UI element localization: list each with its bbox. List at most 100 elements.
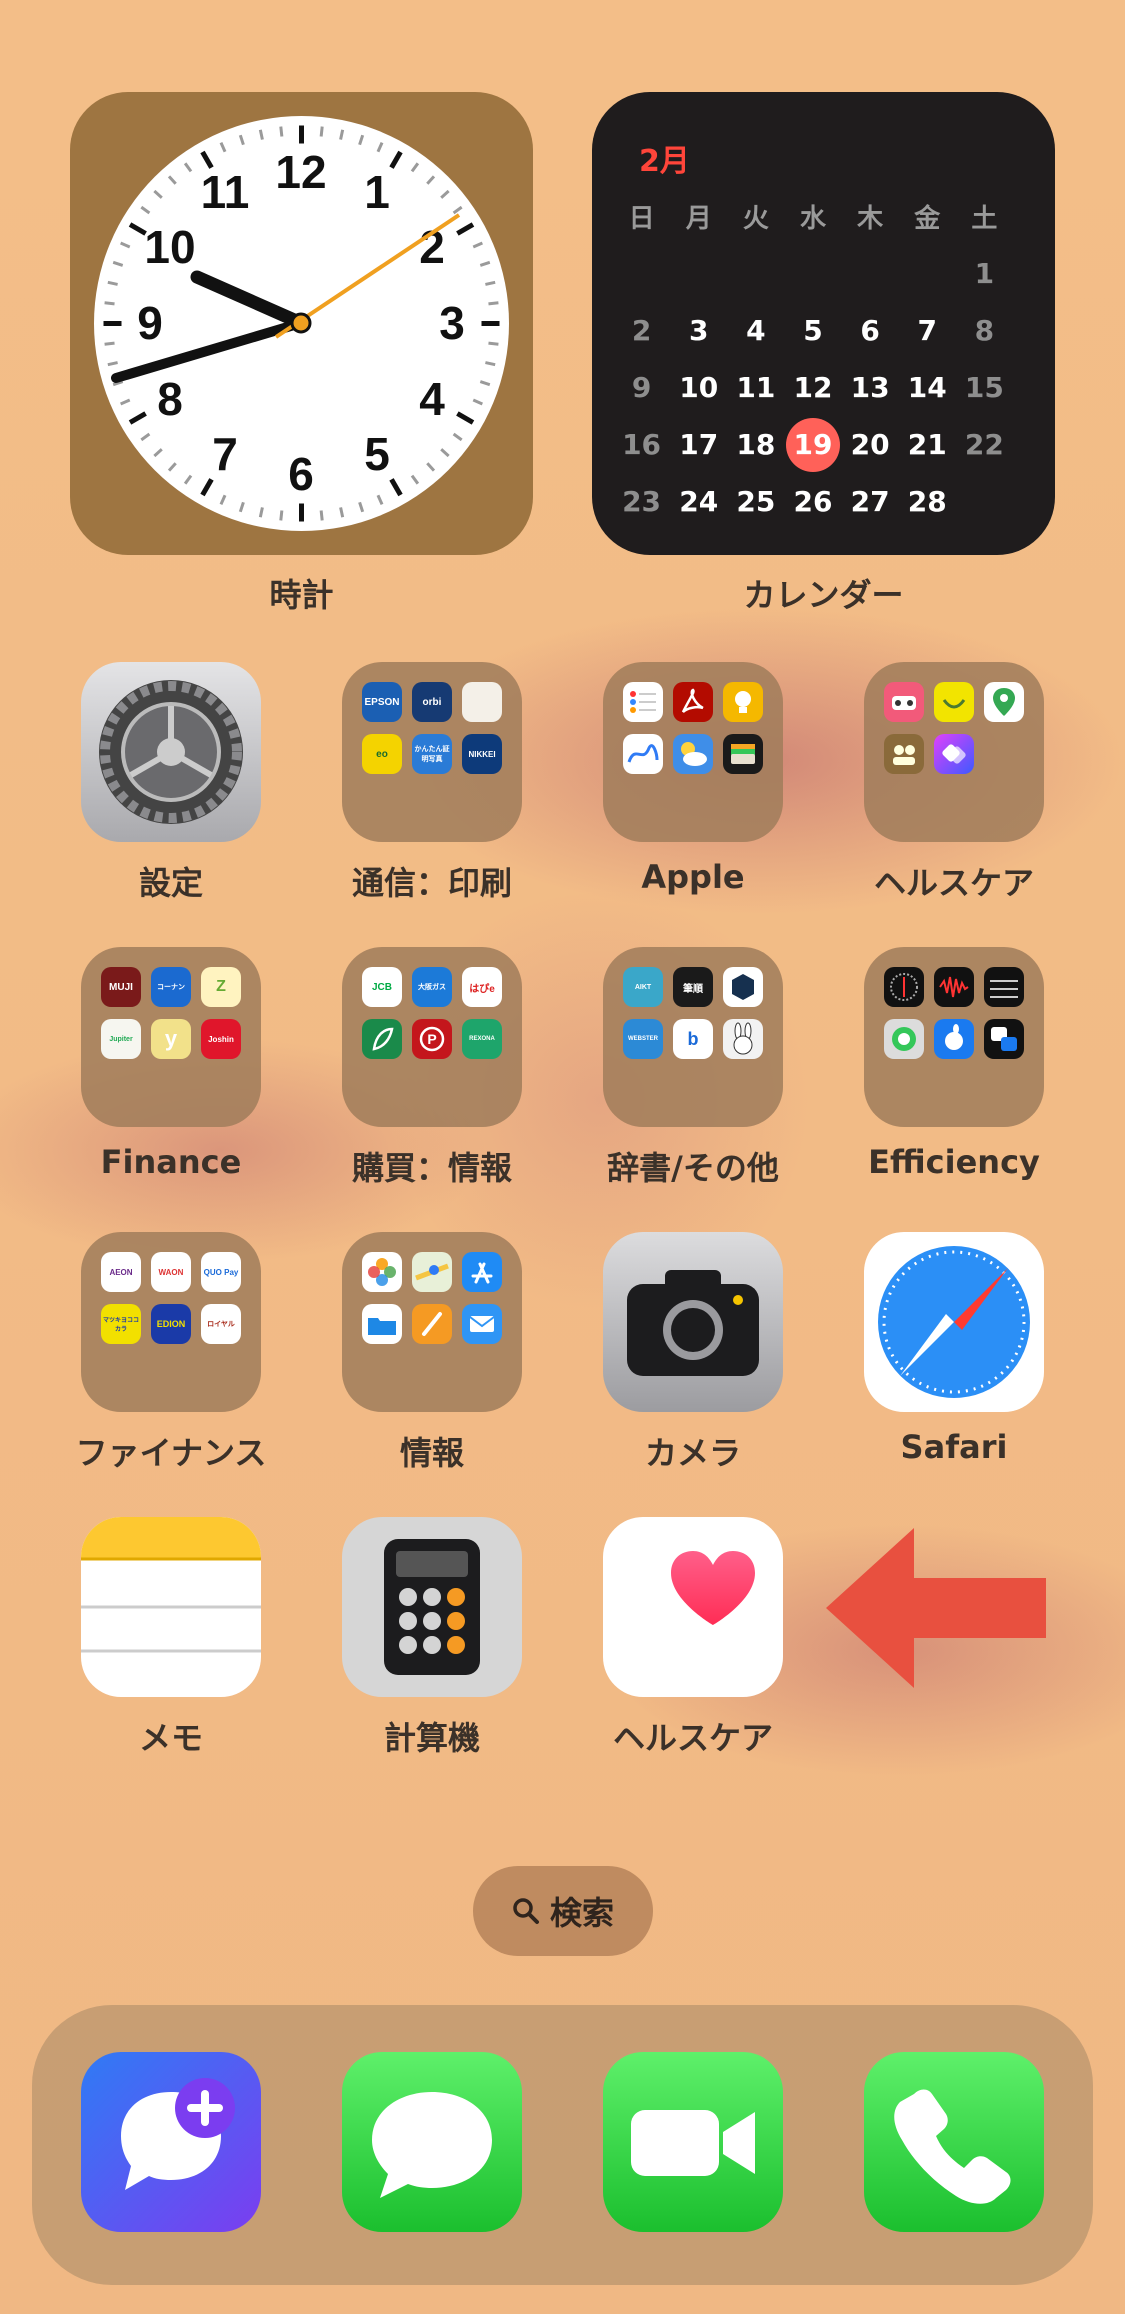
app-camera[interactable]: カメラ [603, 1232, 783, 1472]
clock-tick [488, 301, 499, 306]
folder-label: 通信：印刷 [351, 864, 512, 902]
reminders-icon [623, 682, 663, 722]
messages-icon[interactable] [342, 2052, 522, 2232]
calendar-day: 13 [850, 371, 890, 404]
leaf-app-icon [362, 1019, 402, 1059]
clock-tick [183, 162, 193, 173]
folder-icon: AIKT 筆順 WEBSTER b [603, 947, 783, 1127]
clock-tick [488, 341, 499, 346]
clock-tick [153, 189, 163, 199]
clock-tick [456, 411, 475, 425]
red-arrow-icon [826, 1528, 1046, 1688]
calendar-day: 16 [622, 428, 662, 461]
folder-apple[interactable]: Apple [603, 662, 783, 896]
clock-tick [120, 241, 131, 249]
folder-dictionary-other[interactable]: AIKT 筆順 WEBSTER b 辞書/その他 [603, 947, 783, 1187]
dock [32, 2005, 1093, 2285]
search-button[interactable]: 検索 [473, 1866, 653, 1956]
app-safari[interactable]: Safari [864, 1232, 1044, 1466]
folder-icon: JCB 大阪ガス はぴe P REXONA [342, 947, 522, 1127]
app-label: メモ [138, 1719, 203, 1757]
mini-app: はぴe [462, 967, 502, 1007]
clock-tick [485, 361, 496, 367]
mini-app: Z [201, 967, 241, 1007]
clock-tick [183, 474, 193, 485]
heart-icon [603, 1517, 783, 1697]
folder-efficiency[interactable]: Efficiency [864, 947, 1044, 1181]
phone-icon[interactable] [864, 2052, 1044, 2232]
weekday-sun: 日 [628, 204, 655, 234]
folder-icon [603, 662, 783, 842]
clock-tick [279, 510, 284, 521]
clock-number-10: 10 [144, 221, 195, 273]
svg-text:P: P [427, 1031, 436, 1047]
search-icon [513, 1898, 539, 1924]
folder-icon [864, 662, 1044, 842]
mini-app: 大阪ガス [412, 967, 452, 1007]
clock-tick [238, 134, 245, 146]
app-label: Safari [900, 1428, 1008, 1466]
folder-finance-jp[interactable]: AEON WAON QUO Pay マツキヨココカラ EDION ロイヤル ファ… [76, 1232, 266, 1472]
calendar-day: 17 [679, 428, 719, 461]
folder-icon: MUJI コーナン Z Jupiter y Joshin [81, 947, 261, 1127]
calendar-day: 12 [793, 371, 833, 404]
calendar-day: 11 [736, 371, 776, 404]
mini-app: EDION [151, 1304, 191, 1344]
app-label: 計算機 [383, 1719, 480, 1757]
mini-app: かんたん証明写真 [412, 734, 452, 774]
app-notes[interactable]: メモ [81, 1517, 261, 1757]
calendar-grid: 日 月 火 水 木 金 土 1 2 3 4 5 6 7 8 9 10 11 12… [613, 188, 1013, 530]
folder-label: Apple [641, 858, 745, 896]
weekday-sat: 土 [971, 204, 998, 234]
mini-app: orbi [412, 682, 452, 722]
clock-tick [426, 175, 436, 185]
folder-healthcare[interactable]: ヘルスケア [864, 662, 1044, 902]
mini-app: NIKKEI [462, 734, 502, 774]
shortcuts-icon [934, 734, 974, 774]
calendar-week-row: 23 24 25 26 27 28 [613, 473, 1013, 530]
folder-communication-print[interactable]: EPSON orbi eo かんたん証明写真 NIKKEI 通信：印刷 [342, 662, 522, 902]
mail-icon [462, 1304, 502, 1344]
folder-finance[interactable]: MUJI コーナン Z Jupiter y Joshin Finance [81, 947, 261, 1181]
clock-widget[interactable]: 12 1 2 3 4 5 6 7 8 9 10 11 [70, 92, 533, 555]
clock-face: 12 1 2 3 4 5 6 7 8 9 10 11 [94, 116, 509, 531]
calendar-today: 19 [784, 417, 841, 472]
calendar-week-row: 9 10 11 12 13 14 15 [613, 359, 1013, 416]
clock-tick [479, 380, 491, 387]
clock-tick [104, 341, 115, 346]
pages-icon [412, 1304, 452, 1344]
folder-label: 購買：情報 [351, 1149, 512, 1187]
clock-tick [319, 510, 324, 521]
contacts-app-icon [884, 734, 924, 774]
files-icon [362, 1304, 402, 1344]
app-health[interactable]: ヘルスケア [603, 1517, 783, 1757]
clock-tick [358, 501, 365, 513]
acrobat-icon [673, 682, 713, 722]
mini-app: JCB [362, 967, 402, 1007]
folder-info[interactable]: 情報 [342, 1232, 522, 1472]
calendar-day: 21 [907, 428, 947, 461]
calendar-day: 10 [679, 371, 719, 404]
app-settings[interactable]: 設定 [81, 662, 261, 902]
maps-pin-icon [984, 682, 1024, 722]
facetime-icon[interactable] [603, 2052, 783, 2232]
calendar-widget[interactable]: 2月 日 月 火 水 木 金 土 1 2 3 4 5 6 7 8 9 10 11… [592, 92, 1055, 555]
clock-tick [107, 280, 118, 286]
calendar-weekday-row: 日 月 火 水 木 金 土 [613, 188, 1013, 245]
calendar-day: 27 [850, 485, 890, 518]
folder-shopping-info[interactable]: JCB 大阪ガス はぴe P REXONA 購買：情報 [342, 947, 522, 1187]
weather-icon [673, 734, 713, 774]
photos-icon [362, 1252, 402, 1292]
clock-tick [389, 478, 403, 497]
clock-number-3: 3 [439, 297, 465, 349]
settings-gear-icon [81, 662, 261, 842]
clock-tick [153, 448, 163, 458]
app-calculator[interactable]: 計算機 [342, 1517, 522, 1757]
calendar-day: 3 [688, 314, 709, 347]
calendar-day: 7 [917, 314, 938, 347]
weekday-fri: 金 [914, 204, 941, 234]
p-app-icon: P [412, 1019, 452, 1059]
folder-icon [864, 947, 1044, 1127]
clock-tick [339, 507, 345, 518]
chat-plus-icon[interactable] [81, 2052, 261, 2232]
